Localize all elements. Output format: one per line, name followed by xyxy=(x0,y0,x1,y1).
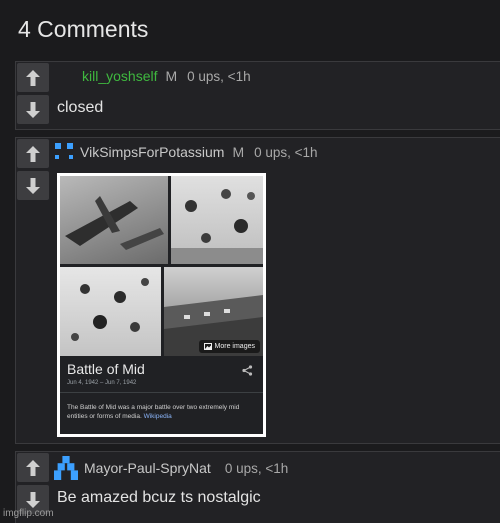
comment-text: Be amazed bcuz ts nostalgic xyxy=(57,489,261,506)
username-link[interactable]: Mayor-Paul-SpryNat xyxy=(84,460,211,476)
comment-header: VikSimpsForPotassium M 0 ups, <1h xyxy=(54,142,318,162)
upvote-button[interactable] xyxy=(17,139,49,168)
comment-meta: 0 ups, <1h xyxy=(224,460,289,476)
downvote-button[interactable] xyxy=(17,171,49,200)
comment-image[interactable]: More images Battle of Mid Jun 4, 1942 – … xyxy=(57,173,266,437)
upvote-button[interactable] xyxy=(17,63,49,92)
vote-controls xyxy=(17,139,49,203)
arrow-up-icon xyxy=(26,69,40,86)
photo-planes-1 xyxy=(60,176,168,264)
arrow-up-icon xyxy=(26,145,40,162)
mod-badge: M xyxy=(232,144,245,160)
comment-meta: 0 ups, <1h xyxy=(187,68,251,84)
photo-flak-2 xyxy=(60,267,161,356)
divider xyxy=(60,392,263,393)
wikipedia-link[interactable]: Wikipedia xyxy=(144,413,172,420)
comment-meta: 0 ups, <1h xyxy=(254,144,318,160)
comment-header: Mayor-Paul-SpryNat 0 ups, <1h xyxy=(54,456,288,480)
arrow-up-icon xyxy=(26,459,40,476)
knowledge-description: The Battle of Mid was a major battle ove… xyxy=(67,404,240,420)
image-icon xyxy=(203,343,212,350)
arrow-down-icon xyxy=(26,101,40,118)
more-images-button[interactable]: More images xyxy=(198,340,260,353)
comment-item: VikSimpsForPotassium M 0 ups, <1h More i… xyxy=(15,137,500,444)
mod-badge: M xyxy=(165,68,178,84)
image-content: More images Battle of Mid Jun 4, 1942 – … xyxy=(60,176,263,434)
avatar[interactable] xyxy=(54,456,78,480)
username-link[interactable]: VikSimpsForPotassium xyxy=(80,144,224,160)
knowledge-dates: Jun 4, 1942 – Jun 7, 1942 xyxy=(67,380,137,386)
comment-item: Mayor-Paul-SpryNat 0 ups, <1h Be amazed … xyxy=(15,451,500,523)
knowledge-title: Battle of Mid xyxy=(67,361,145,377)
photo-carrier: More images xyxy=(164,267,263,356)
comment-item: kill_yoshself M 0 ups, <1h closed xyxy=(15,61,500,130)
arrow-down-icon xyxy=(26,177,40,194)
share-icon[interactable] xyxy=(242,363,253,381)
downvote-button[interactable] xyxy=(17,95,49,124)
arrow-down-icon xyxy=(26,491,40,508)
username-link[interactable]: kill_yoshself xyxy=(82,68,157,84)
photo-flak-1 xyxy=(171,176,263,264)
avatar[interactable] xyxy=(54,142,74,162)
vote-controls xyxy=(17,63,49,127)
comment-text: closed xyxy=(57,99,104,116)
upvote-button[interactable] xyxy=(17,453,49,482)
comments-heading: 4 Comments xyxy=(18,16,149,42)
more-images-label: More images xyxy=(214,343,255,350)
info-panel: Battle of Mid Jun 4, 1942 – Jun 7, 1942 … xyxy=(60,357,263,434)
imgflip-watermark: imgflip.com xyxy=(3,508,54,519)
avatar[interactable] xyxy=(56,66,76,86)
comment-header: kill_yoshself M 0 ups, <1h xyxy=(56,66,251,86)
